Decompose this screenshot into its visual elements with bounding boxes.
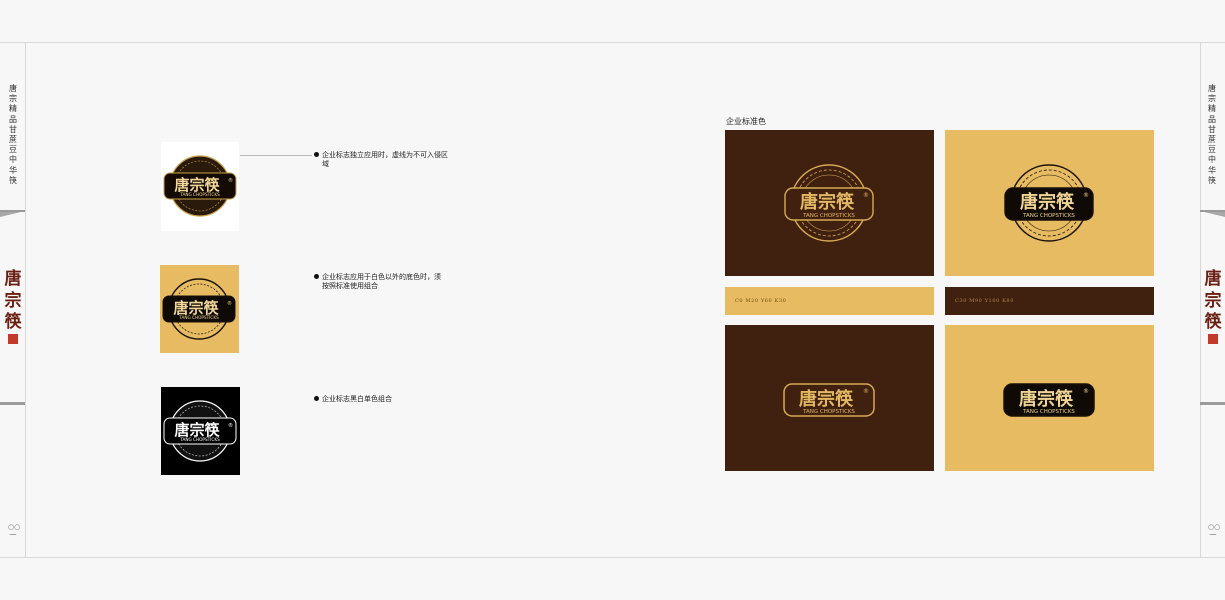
svg-text:®: ® (228, 422, 233, 429)
bullet-dot-icon (314, 274, 319, 279)
bottom-rule (0, 557, 1225, 558)
rule-item-2: 企业标志应用于白色以外的底色时，须按照标准使用组合 (314, 273, 442, 291)
color-swatch-brown: C30 M90 Y100 K80 (945, 287, 1154, 315)
logo-thumb-gold: 唐宗筷 ® TANG CHOPSTICKS (160, 265, 239, 353)
left-seal-char-2: 宗 (4, 291, 22, 311)
rule-text-1: 企业标志独立应用时，虚线为不可入侵区域 (322, 151, 448, 168)
right-bar-top (1200, 210, 1225, 212)
left-red-stamp-icon (8, 334, 18, 344)
left-seal-char-3: 筷 (4, 312, 22, 332)
svg-text:TANG CHOPSTICKS: TANG CHOPSTICKS (1022, 409, 1075, 415)
right-bar-bottom (1200, 402, 1225, 405)
left-bar-bottom (0, 402, 25, 405)
left-vertical-title: 唐宗精品甘蔗豆中华筷 (9, 84, 17, 185)
panel-brown-round-logo: 唐宗筷 ® TANG CHOPSTICKS (725, 130, 934, 276)
svg-text:唐宗筷: 唐宗筷 (800, 191, 855, 213)
rule-item-1: 企业标志独立应用时，虚线为不可入侵区域 (314, 151, 452, 169)
plain-logo-icon: 唐宗筷 ® TANG CHOPSTICKS (1003, 383, 1095, 417)
round-logo-icon: 唐宗筷 ® TANG CHOPSTICKS (163, 155, 237, 217)
panel-gold-plain-logo: 唐宗筷 ® TANG CHOPSTICKS (945, 325, 1154, 471)
right-seal-char-3: 筷 (1204, 312, 1222, 332)
right-margin-rule (1200, 42, 1201, 558)
right-red-stamp-icon (1208, 334, 1218, 344)
logo-thumb-black: 唐宗筷 ® TANG CHOPSTICKS (161, 387, 240, 475)
rule-text-3: 企业标志黑白单色组合 (322, 395, 392, 403)
color-code-brown: C30 M90 Y100 K80 (955, 298, 1014, 304)
bullet-dot-icon (314, 152, 319, 157)
svg-text:®: ® (228, 177, 233, 184)
svg-text:®: ® (1083, 388, 1089, 395)
round-logo-icon: 唐宗筷 ® TANG CHOPSTICKS (162, 278, 236, 340)
svg-text:®: ® (1083, 192, 1089, 199)
bullet-dot-icon (314, 396, 319, 401)
color-swatch-gold: C0 M20 Y60 K30 (725, 287, 934, 315)
left-page-number: ○○一 (8, 523, 21, 539)
svg-text:®: ® (863, 388, 869, 395)
svg-text:TANG CHOPSTICKS: TANG CHOPSTICKS (802, 409, 855, 415)
rule-item-3: 企业标志黑白单色组合 (314, 395, 452, 404)
svg-text:®: ® (227, 300, 232, 307)
svg-text:TANG CHOPSTICKS: TANG CHOPSTICKS (178, 315, 219, 320)
svg-text:唐宗筷: 唐宗筷 (799, 388, 854, 410)
panel-gold-round-logo: 唐宗筷 ® TANG CHOPSTICKS (945, 130, 1154, 276)
round-logo-icon: 唐宗筷 ® TANG CHOPSTICKS (1004, 164, 1094, 242)
top-rule (0, 42, 1225, 43)
svg-text:唐宗筷: 唐宗筷 (1020, 191, 1075, 213)
color-code-gold: C0 M20 Y60 K30 (735, 298, 787, 304)
right-vertical-title: 唐宗精品甘蔗豆中华筷 (1208, 84, 1216, 185)
round-logo-icon: 唐宗筷 ® TANG CHOPSTICKS (784, 164, 874, 242)
svg-text:®: ® (863, 192, 869, 199)
svg-text:TANG CHOPSTICKS: TANG CHOPSTICKS (802, 213, 855, 219)
leader-line (240, 155, 312, 156)
left-bar-top (0, 210, 25, 212)
svg-text:唐宗筷: 唐宗筷 (1019, 388, 1074, 410)
right-page-number: ○○一 (1208, 523, 1221, 539)
plain-logo-icon: 唐宗筷 ® TANG CHOPSTICKS (783, 383, 875, 417)
left-margin-rule (25, 42, 26, 558)
panel-brown-plain-logo: 唐宗筷 ® TANG CHOPSTICKS (725, 325, 934, 471)
svg-text:TANG CHOPSTICKS: TANG CHOPSTICKS (179, 192, 220, 197)
standard-colors-heading: 企业标准色 (726, 117, 766, 126)
left-seal-char-1: 唐 (4, 269, 22, 289)
svg-text:TANG CHOPSTICKS: TANG CHOPSTICKS (179, 437, 220, 442)
right-seal-char-1: 唐 (1204, 269, 1222, 289)
rule-text-2: 企业标志应用于白色以外的底色时，须按照标准使用组合 (322, 273, 441, 290)
svg-text:TANG CHOPSTICKS: TANG CHOPSTICKS (1022, 213, 1075, 219)
round-logo-icon: 唐宗筷 ® TANG CHOPSTICKS (163, 400, 237, 462)
right-seal-char-2: 宗 (1204, 291, 1222, 311)
logo-thumb-white: 唐宗筷 ® TANG CHOPSTICKS (161, 142, 239, 231)
